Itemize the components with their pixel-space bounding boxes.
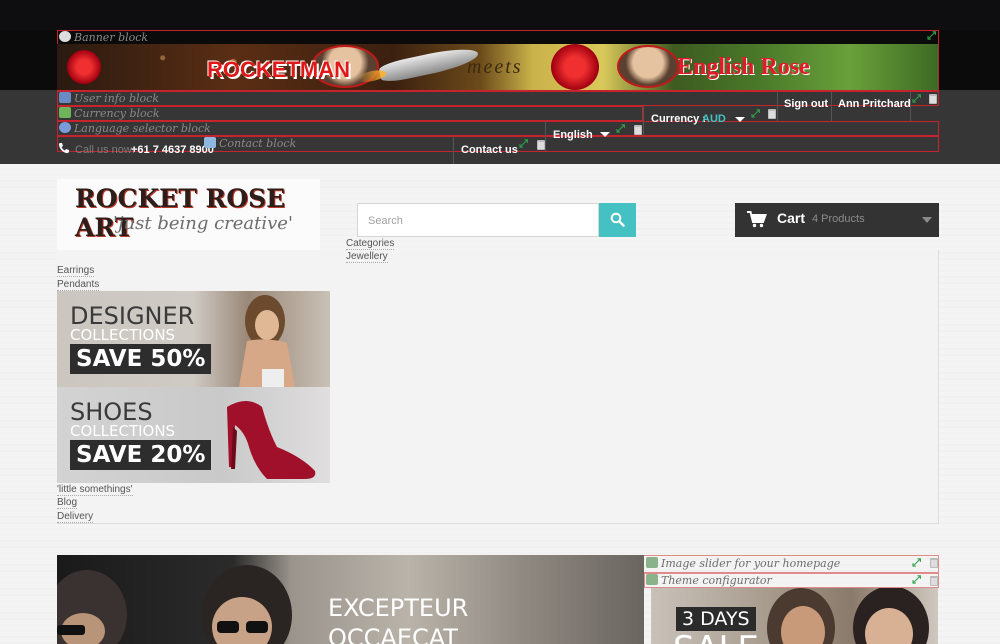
user-icon xyxy=(59,92,71,103)
trash-icon[interactable] xyxy=(929,94,937,104)
menu-item-pendants[interactable]: Pendants xyxy=(57,279,100,291)
slider-caption: EXCEPTEUR OCCAECAT xyxy=(328,594,469,644)
trash-icon[interactable] xyxy=(537,140,545,150)
chevron-down-icon[interactable] xyxy=(735,117,745,122)
language-selector[interactable]: English xyxy=(553,129,593,141)
expand-icon[interactable]: ⤢ xyxy=(518,139,529,150)
image-icon xyxy=(646,557,658,568)
shoe-image xyxy=(227,401,316,479)
menu-item-earrings[interactable]: Earrings xyxy=(57,265,95,277)
cart-icon xyxy=(747,211,767,228)
banner-meets-text: meets xyxy=(467,56,523,78)
theme-banner[interactable]: 3 DAYS SALE xyxy=(651,588,938,644)
slider-people-image xyxy=(57,565,292,644)
phone-icon xyxy=(58,143,69,154)
menu-item-categories[interactable]: Categories xyxy=(346,238,395,250)
expand-icon[interactable]: ⤢ xyxy=(911,575,922,586)
expand-icon[interactable]: ⤢ xyxy=(926,31,937,42)
contact-block-label: Contact block xyxy=(204,137,296,150)
currency-block-label: Currency block xyxy=(59,107,160,120)
money-icon xyxy=(59,107,71,118)
banner-rocketman-text: ROCKETMAN xyxy=(207,57,350,82)
trash-icon[interactable] xyxy=(930,558,938,568)
language-block-label: Language selector block xyxy=(59,122,211,135)
chevron-down-icon[interactable] xyxy=(600,132,610,137)
phone-number[interactable]: +61 7 4637 8900 xyxy=(131,144,214,156)
search-icon xyxy=(610,212,625,227)
search-button[interactable] xyxy=(599,203,636,237)
model-image xyxy=(239,295,295,387)
rose-image xyxy=(67,50,101,84)
expand-icon[interactable]: ⤢ xyxy=(911,94,922,105)
slider-block-label: Image slider for your homepage xyxy=(646,557,840,570)
call-us-label: Call us now: xyxy=(75,144,135,156)
top-strip xyxy=(0,0,1000,30)
contact-card-icon xyxy=(204,137,216,148)
theme-block-label: Theme configurator xyxy=(646,574,772,587)
portrait-english-rose xyxy=(617,45,679,88)
currency-label: Currency : xyxy=(651,113,707,125)
gear-icon xyxy=(59,31,71,42)
trash-icon[interactable] xyxy=(634,125,642,135)
user-info-block-label: User info block xyxy=(59,92,159,105)
contact-us-link[interactable]: Contact us xyxy=(461,144,518,156)
banner-image[interactable]: ROCKETMAN meets English Rose xyxy=(57,44,938,90)
search-input[interactable]: Search xyxy=(357,203,599,237)
promo-banner-designer[interactable]: DESIGNER COLLECTIONS SAVE 50% xyxy=(57,291,330,387)
banner-english-rose-text: English Rose xyxy=(677,54,810,80)
cart-label: Cart xyxy=(777,210,806,226)
globe-icon xyxy=(59,122,71,133)
account-link[interactable]: Ann Pritchard xyxy=(838,98,911,110)
menu-item-little-somethings[interactable]: 'little somethings' xyxy=(57,484,133,496)
sign-out-link[interactable]: Sign out xyxy=(784,98,828,110)
menu-item-jewellery[interactable]: Jewellery xyxy=(346,251,388,263)
cart-count: 4 Products xyxy=(812,213,865,225)
currency-value[interactable]: AUD xyxy=(702,113,726,125)
rose-image-2 xyxy=(551,44,599,90)
chevron-down-icon xyxy=(922,217,932,223)
banner-block-label: Banner block xyxy=(59,31,148,44)
days-badge: 3 DAYS xyxy=(676,607,756,631)
logo-tagline: 'just being creative' xyxy=(113,213,293,234)
trash-icon[interactable] xyxy=(930,576,938,586)
sale-text: SALE xyxy=(673,632,759,644)
image-icon xyxy=(646,574,658,585)
homepage-slider[interactable]: EXCEPTEUR OCCAECAT xyxy=(57,555,644,644)
expand-icon[interactable]: ⤢ xyxy=(750,109,761,120)
expand-icon[interactable]: ⤢ xyxy=(911,558,922,569)
menu-item-blog[interactable]: Blog xyxy=(57,497,78,509)
site-logo[interactable]: ROCKET ROSE ART 'just being creative' xyxy=(57,179,320,250)
menu-item-delivery[interactable]: Delivery xyxy=(57,511,94,523)
trash-icon[interactable] xyxy=(768,109,776,119)
promo-banner-shoes[interactable]: SHOES COLLECTIONS SAVE 20% xyxy=(57,387,330,483)
expand-icon[interactable]: ⤢ xyxy=(615,124,626,135)
cart-button[interactable]: Cart 4 Products xyxy=(735,203,939,237)
couple-image xyxy=(767,588,929,644)
